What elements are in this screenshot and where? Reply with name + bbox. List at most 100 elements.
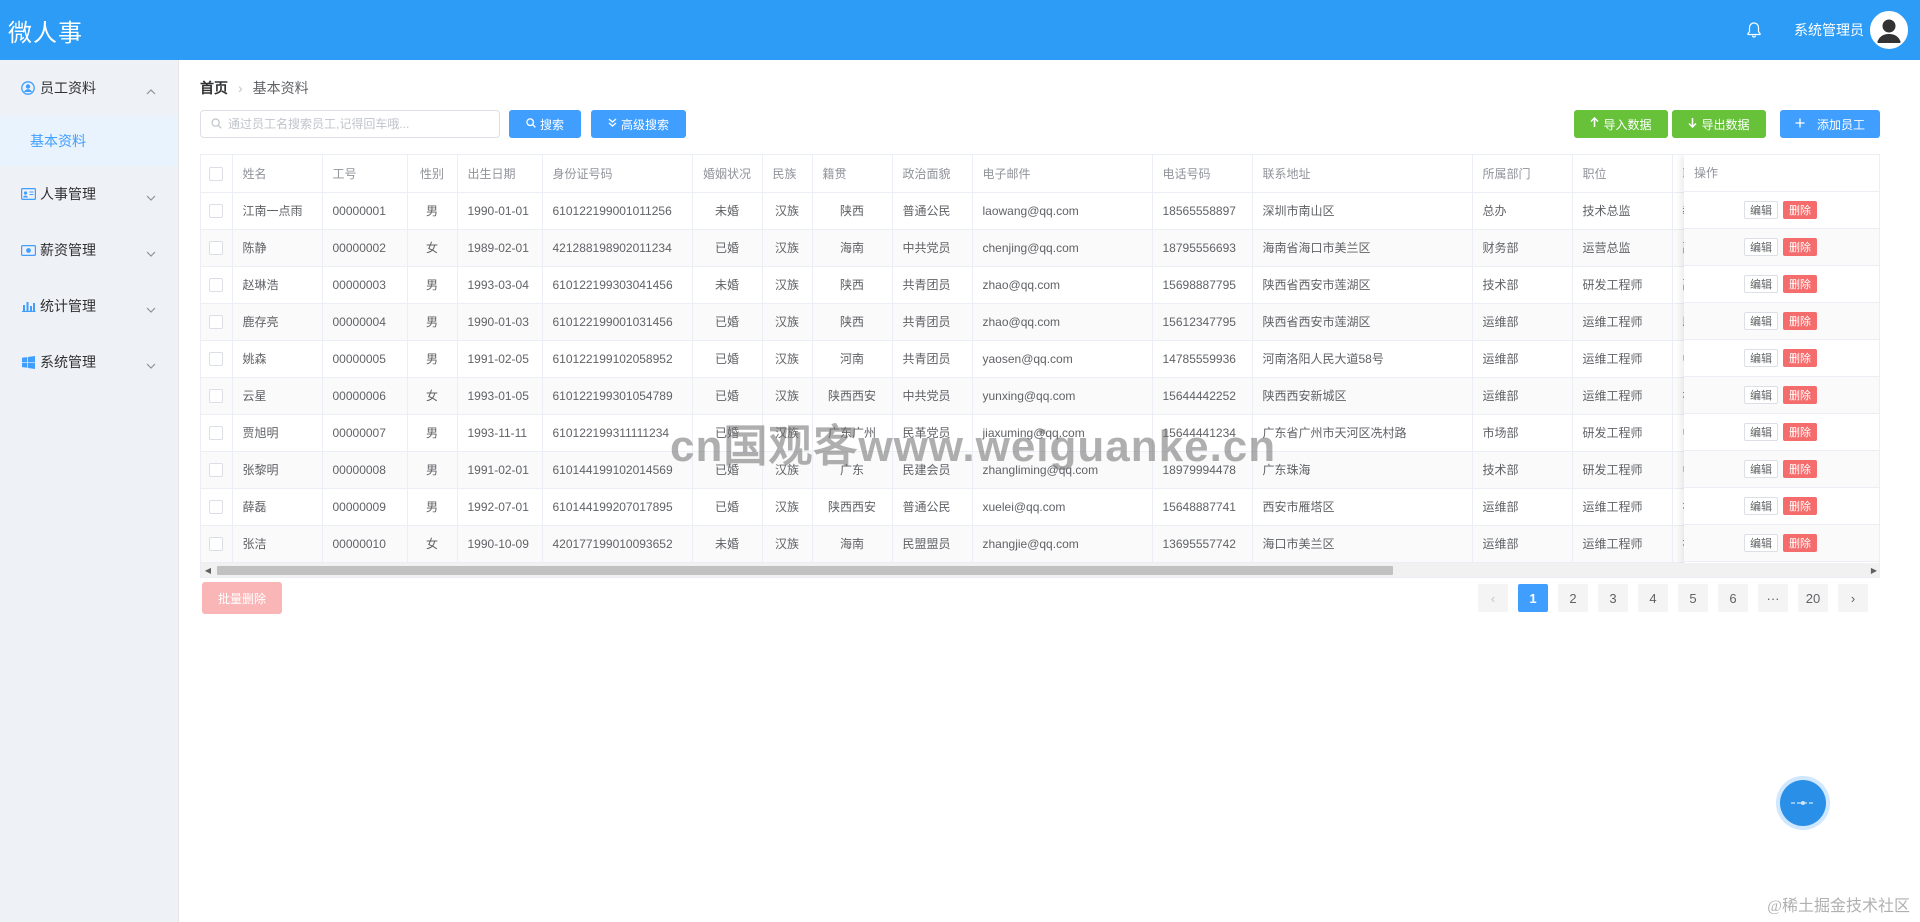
table-row[interactable]: 张洁 00000010 女 1990-10-09 420177199010093652 未… [201, 525, 1879, 563]
sidebar-item-statistics-management[interactable]: 统计管理 [0, 278, 178, 334]
row-checkbox-cell[interactable] [201, 525, 233, 563]
import-label: 导入数据 [1603, 117, 1652, 132]
table-cell: 00000009 [322, 488, 408, 526]
sidebar-subitem-basic-info[interactable]: 基本资料 [0, 116, 178, 166]
row-checkbox-cell[interactable] [201, 377, 233, 415]
search-button[interactable]: 搜索 [509, 110, 581, 138]
scroll-right-icon[interactable]: ▶ [1867, 563, 1879, 577]
row-checkbox[interactable] [209, 388, 224, 403]
search-input[interactable] [228, 117, 488, 131]
edit-button[interactable]: 编辑 [1744, 349, 1778, 367]
scroll-left-icon[interactable]: ◀ [201, 563, 215, 577]
select-all-checkbox[interactable] [209, 166, 224, 181]
add-employee-label: 添加员工 [1816, 117, 1865, 132]
page-button[interactable]: 3 [1598, 584, 1628, 612]
next-page-button[interactable]: › [1838, 584, 1868, 612]
row-checkbox-cell[interactable] [201, 340, 233, 378]
edit-button[interactable]: 编辑 [1744, 386, 1778, 404]
page-button[interactable]: 6 [1718, 584, 1748, 612]
table-row[interactable]: 云星 00000006 女 1993-01-05 610122199301054789 已… [201, 377, 1879, 415]
sidebar-item-salary-management[interactable]: 薪资管理 [0, 222, 178, 278]
row-checkbox-cell[interactable] [201, 451, 233, 489]
page-button[interactable]: 5 [1678, 584, 1708, 612]
select-all-checkbox-cell[interactable] [201, 155, 233, 193]
edit-button[interactable]: 编辑 [1744, 460, 1778, 478]
add-employee-button[interactable]: 添加员工 [1780, 110, 1880, 138]
advanced-search-button[interactable]: 高级搜索 [591, 110, 686, 138]
operations-row: 编辑 删除 [1684, 303, 1879, 340]
scrollbar-thumb[interactable] [217, 566, 1393, 575]
row-checkbox[interactable] [209, 351, 224, 366]
delete-button[interactable]: 删除 [1783, 534, 1817, 552]
col-header: 姓名 [232, 155, 323, 193]
table-cell: 420177199010093652 [542, 525, 693, 563]
col-header: 电子邮件 [972, 155, 1153, 193]
edit-button[interactable]: 编辑 [1744, 201, 1778, 219]
row-checkbox-cell[interactable] [201, 229, 233, 267]
export-data-button[interactable]: 导出数据 [1672, 110, 1766, 138]
row-checkbox-cell[interactable] [201, 488, 233, 526]
bell-icon[interactable] [1744, 20, 1764, 40]
import-data-button[interactable]: 导入数据 [1574, 110, 1668, 138]
page-button[interactable]: 20 [1798, 584, 1828, 612]
delete-button[interactable]: 删除 [1783, 497, 1817, 515]
table-row[interactable]: 薛磊 00000009 男 1992-07-01 610144199207017895 已… [201, 488, 1879, 526]
sidebar-item-employee-info[interactable]: 员工资料 [0, 60, 178, 116]
page-button[interactable]: 1 [1518, 584, 1548, 612]
page-button[interactable]: 4 [1638, 584, 1668, 612]
table-row[interactable]: 姚森 00000005 男 1991-02-05 610122199102058952 已… [201, 340, 1879, 378]
windows-icon [20, 355, 36, 369]
table-row[interactable]: 赵琳浩 00000003 男 1993-03-04 610122199303041456… [201, 266, 1879, 304]
table-cell: 陕西 [812, 303, 893, 341]
delete-button[interactable]: 删除 [1783, 275, 1817, 293]
sidebar: 员工资料 基本资料 人事管理 薪资管理 统计管理 系统管理 [0, 60, 179, 922]
breadcrumb-home[interactable]: 首页 [200, 78, 228, 98]
user-name[interactable]: 系统管理员 [1794, 20, 1864, 40]
table-cell: 民革党员 [892, 414, 973, 452]
sidebar-item-hr-management[interactable]: 人事管理 [0, 166, 178, 222]
delete-button[interactable]: 删除 [1783, 238, 1817, 256]
table-cell: 技术部 [1472, 451, 1573, 489]
avatar[interactable] [1870, 11, 1908, 49]
table-cell: 421288198902011234 [542, 229, 693, 267]
row-checkbox[interactable] [209, 425, 224, 440]
edit-button[interactable]: 编辑 [1744, 497, 1778, 515]
table-row[interactable]: 张黎明 00000008 男 1991-02-01 610144199102014569… [201, 451, 1879, 489]
row-checkbox-cell[interactable] [201, 266, 233, 304]
edit-button[interactable]: 编辑 [1744, 534, 1778, 552]
page-button[interactable]: 2 [1558, 584, 1588, 612]
delete-button[interactable]: 删除 [1783, 201, 1817, 219]
delete-button[interactable]: 删除 [1783, 386, 1817, 404]
more-pages-button[interactable]: ··· [1758, 584, 1788, 612]
edit-button[interactable]: 编辑 [1744, 275, 1778, 293]
row-checkbox[interactable] [209, 240, 224, 255]
row-checkbox-cell[interactable] [201, 303, 233, 341]
floating-action-button[interactable] [1780, 780, 1826, 826]
delete-button[interactable]: 删除 [1783, 423, 1817, 441]
table-cell: 女 [407, 229, 458, 267]
horizontal-scrollbar[interactable]: ◀ ▶ [201, 563, 1879, 577]
row-checkbox[interactable] [209, 462, 224, 477]
row-checkbox[interactable] [209, 314, 224, 329]
edit-button[interactable]: 编辑 [1744, 238, 1778, 256]
row-checkbox-cell[interactable] [201, 414, 233, 452]
edit-button[interactable]: 编辑 [1744, 423, 1778, 441]
row-checkbox-cell[interactable] [201, 192, 233, 230]
table-row[interactable]: 江南一点雨 00000001 男 1990-01-01 6101221990010112… [201, 192, 1879, 230]
prev-page-button[interactable]: ‹ [1478, 584, 1508, 612]
table-row[interactable]: 贾旭明 00000007 男 1993-11-11 610122199311111234… [201, 414, 1879, 452]
edit-button[interactable]: 编辑 [1744, 312, 1778, 330]
row-checkbox[interactable] [209, 499, 224, 514]
delete-button[interactable]: 删除 [1783, 460, 1817, 478]
delete-button[interactable]: 删除 [1783, 349, 1817, 367]
pagination: ‹ 1 2 3 4 5 6 ··· 20 › [1468, 584, 1868, 612]
delete-button[interactable]: 删除 [1783, 312, 1817, 330]
batch-delete-button[interactable]: 批量删除 [202, 582, 282, 614]
sidebar-item-system-management[interactable]: 系统管理 [0, 334, 178, 390]
row-checkbox[interactable] [209, 536, 224, 551]
search-field[interactable] [200, 110, 500, 138]
table-row[interactable]: 鹿存亮 00000004 男 1990-01-03 610122199001031456… [201, 303, 1879, 341]
row-checkbox[interactable] [209, 203, 224, 218]
row-checkbox[interactable] [209, 277, 224, 292]
table-row[interactable]: 陈静 00000002 女 1989-02-01 421288198902011234 已… [201, 229, 1879, 267]
